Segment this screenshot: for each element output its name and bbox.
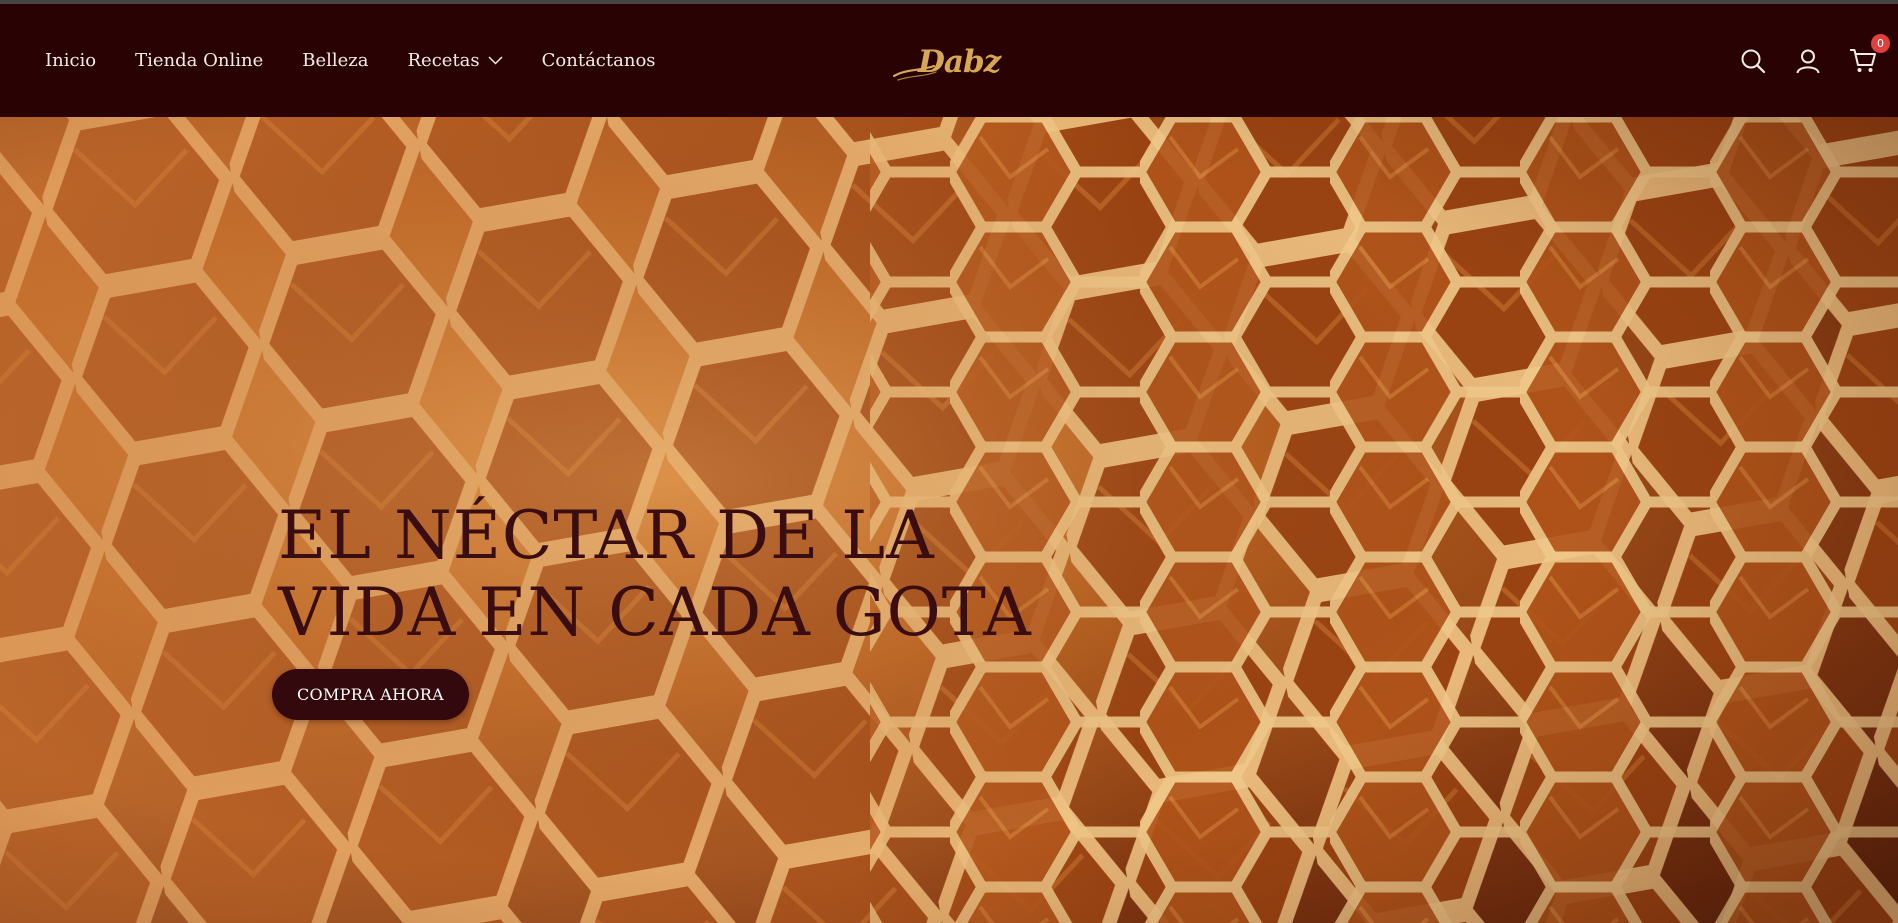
search-icon[interactable]: [1738, 46, 1768, 76]
main-nav: Inicio Tienda Online Belleza Recetas Con…: [45, 4, 695, 117]
logo-text: Dabz: [918, 44, 1001, 80]
hero-banner: EL NÉCTAR DE LA VIDA EN CADA GOTA COMPRA…: [0, 117, 1898, 923]
cart-count-badge: 0: [1871, 33, 1890, 53]
site-header: Inicio Tienda Online Belleza Recetas Con…: [0, 4, 1898, 117]
user-icon[interactable]: [1793, 46, 1823, 76]
cart-icon[interactable]: 0: [1848, 33, 1890, 76]
nav-item-recetas[interactable]: Recetas: [408, 50, 503, 71]
nav-item-tienda-online[interactable]: Tienda Online: [135, 50, 263, 71]
nav-item-contactanos[interactable]: Contáctanos: [542, 50, 656, 71]
chevron-down-icon: [488, 56, 503, 65]
hero-title: EL NÉCTAR DE LA VIDA EN CADA GOTA: [278, 497, 1032, 651]
nav-label: Tienda Online: [135, 50, 264, 71]
hero-title-line-1: EL NÉCTAR DE LA: [278, 497, 935, 574]
shop-now-button[interactable]: COMPRA AHORA: [272, 669, 469, 720]
nav-item-belleza[interactable]: Belleza: [302, 50, 368, 71]
header-icons: 0: [1713, 4, 1890, 117]
brand-logo[interactable]: Dabz: [890, 42, 1010, 92]
nav-label: Belleza: [302, 50, 369, 71]
hero-title-line-2: VIDA EN CADA GOTA: [278, 574, 1032, 651]
nav-item-inicio[interactable]: Inicio: [45, 50, 96, 71]
nav-label: Recetas: [407, 50, 480, 71]
nav-label: Inicio: [45, 50, 97, 71]
nav-label: Contáctanos: [541, 50, 656, 71]
